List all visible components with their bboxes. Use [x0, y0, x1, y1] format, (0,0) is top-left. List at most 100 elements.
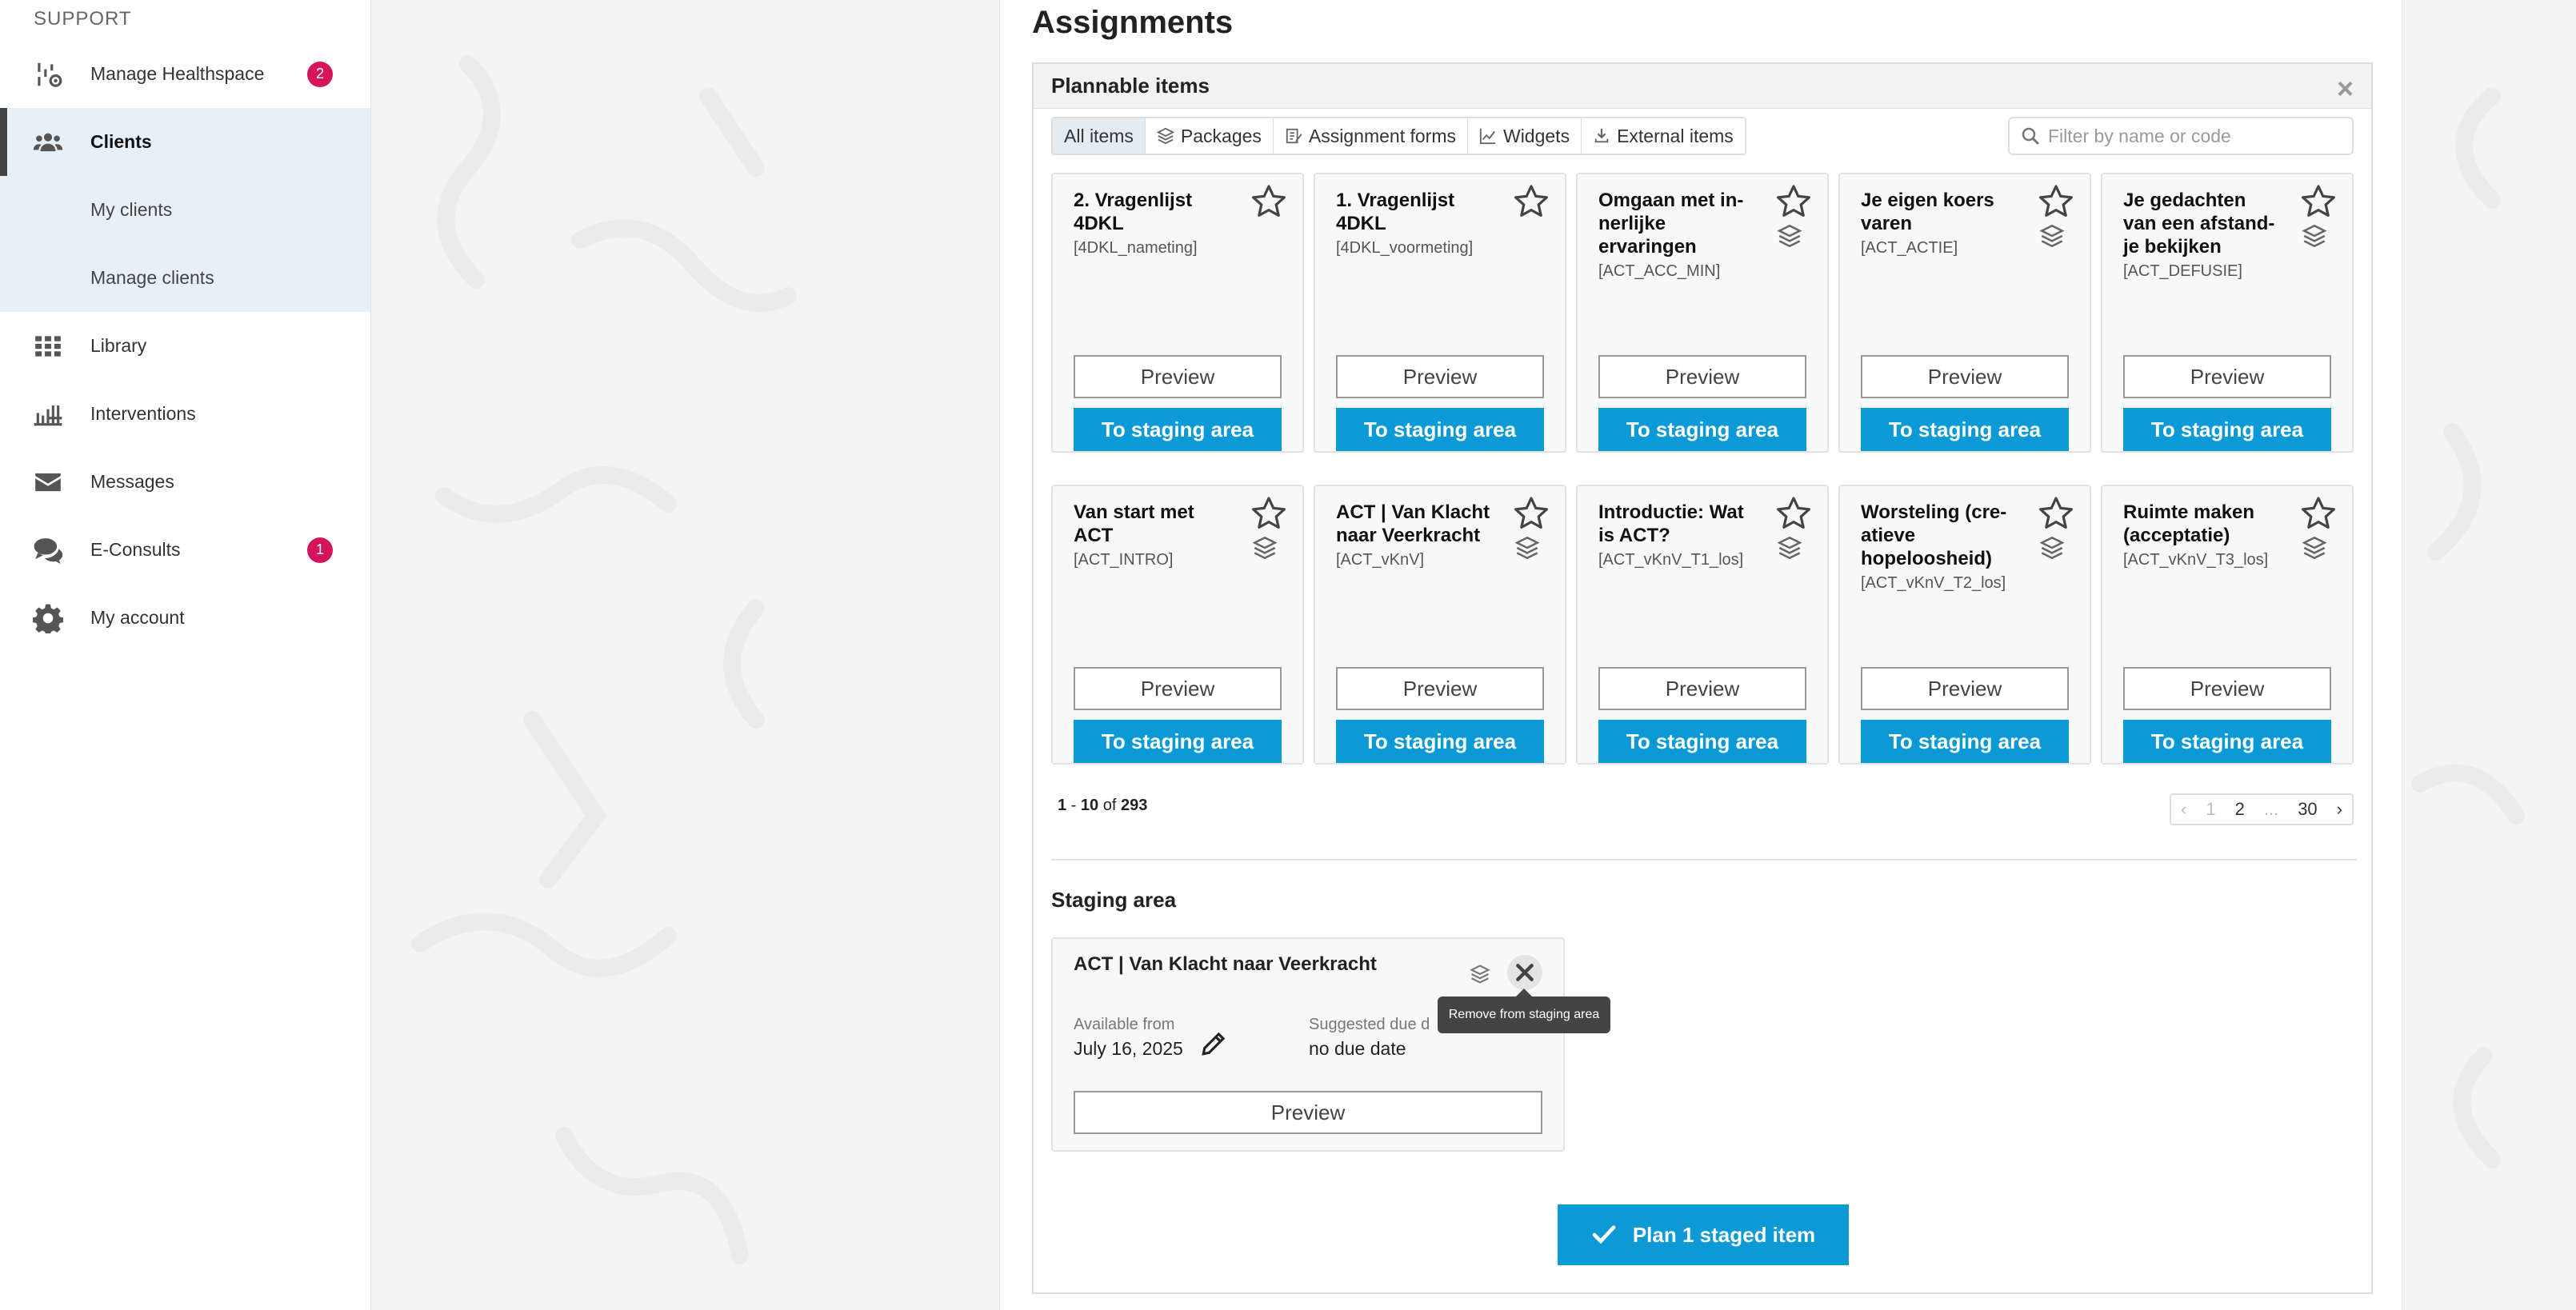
external-icon: [1594, 128, 1609, 143]
item-code: [ACT_vKnV_T3_los]: [2123, 551, 2269, 569]
search-input[interactable]: [2048, 125, 2336, 147]
next-page-button[interactable]: ›: [2327, 795, 2352, 824]
tab-label: External items: [1617, 125, 1734, 146]
close-icon: [1516, 964, 1534, 981]
tab-packages[interactable]: Packages: [1146, 118, 1274, 154]
star-icon[interactable]: [1512, 494, 1550, 533]
preview-button[interactable]: Preview: [2123, 355, 2331, 398]
to-staging-area-button[interactable]: To staging area: [1598, 408, 1806, 451]
sidebar-subitem-manage-clients[interactable]: Manage clients: [0, 244, 370, 312]
item-title: 1. Vragenlijst 4DKL [4DKL_voormeting]: [1336, 189, 1496, 260]
to-staging-area-button[interactable]: To staging area: [1336, 408, 1544, 451]
staged-item-name: ACT | Van Klacht naar Veerkracht: [1074, 953, 1377, 975]
item-title: ACT | Van Klacht naar Veerkracht [ACT_vK…: [1336, 501, 1496, 572]
preview-button[interactable]: Preview: [1598, 355, 1806, 398]
sidebar-item-e-consults[interactable]: E-Consults 1: [0, 516, 370, 584]
tab-all-items[interactable]: All items: [1053, 118, 1146, 154]
item-card: ACT | Van Klacht naar Veerkracht [ACT_vK…: [1314, 485, 1566, 765]
prev-page-button[interactable]: ‹: [2171, 795, 2196, 824]
sidebar-item-my-account[interactable]: My account: [0, 584, 370, 652]
sidebar-item-messages[interactable]: Messages: [0, 448, 370, 516]
stack-icon: [1156, 127, 1174, 145]
sidebar-subitem-my-clients[interactable]: My clients: [0, 176, 370, 244]
page-ellipsis: ...: [2263, 799, 2279, 819]
main-panel: Assignments Plannable items × All items …: [999, 0, 2402, 1310]
item-card: Je eigen koers varen [ACT_ACTIE] Preview…: [1838, 173, 2091, 453]
star-icon[interactable]: [1512, 182, 1550, 221]
tab-label: All items: [1064, 125, 1134, 146]
interventions-icon: [32, 398, 64, 430]
suggested-due-label: Suggested due d: [1309, 1016, 1430, 1033]
item-code: [ACT_vKnV_T1_los]: [1598, 551, 1744, 569]
star-icon[interactable]: [1250, 182, 1288, 221]
page-button[interactable]: 30: [2288, 795, 2326, 824]
star-icon[interactable]: [2037, 494, 2075, 533]
to-staging-area-button[interactable]: To staging area: [2123, 408, 2331, 451]
chat-icon: [32, 534, 64, 566]
to-staging-area-button[interactable]: To staging area: [1598, 720, 1806, 763]
item-code: [ACT_ACTIE]: [1861, 239, 1958, 257]
to-staging-area-button[interactable]: To staging area: [1861, 720, 2069, 763]
suggested-due-value: no due date: [1309, 1038, 1406, 1059]
to-staging-area-button[interactable]: To staging area: [1074, 720, 1282, 763]
sidebar-item-library[interactable]: Library: [0, 312, 370, 380]
preview-button[interactable]: Preview: [1074, 1091, 1542, 1134]
range-total: 293: [1120, 797, 1148, 814]
sidebar-item-label: E-Consults: [90, 539, 181, 560]
tab-assignment-forms[interactable]: Assignment forms: [1274, 118, 1468, 154]
star-icon[interactable]: [2037, 182, 2075, 221]
sidebar-item-clients[interactable]: Clients: [0, 108, 370, 176]
preview-button[interactable]: Preview: [1074, 355, 1282, 398]
star-icon[interactable]: [1250, 494, 1288, 533]
stack-icon: [2039, 536, 2065, 560]
sidebar-item-interventions[interactable]: Interventions: [0, 380, 370, 448]
preview-button[interactable]: Preview: [1074, 667, 1282, 710]
plan-staged-items-button[interactable]: Plan 1 staged item: [1558, 1204, 1849, 1265]
search-field: [2008, 117, 2354, 155]
close-icon[interactable]: ×: [2337, 72, 2354, 106]
star-icon[interactable]: [2299, 494, 2338, 533]
preview-button[interactable]: Preview: [2123, 667, 2331, 710]
range-end: 10: [1080, 797, 1099, 814]
preview-button[interactable]: Preview: [1336, 355, 1544, 398]
tab-label: Packages: [1180, 125, 1262, 146]
item-title-text: Worsteling (cre­atieve hopeloosheid): [1861, 501, 2007, 569]
preview-button[interactable]: Preview: [1598, 667, 1806, 710]
star-icon[interactable]: [2299, 182, 2338, 221]
to-staging-area-button[interactable]: To staging area: [1336, 720, 1544, 763]
to-staging-area-button[interactable]: To staging area: [2123, 720, 2331, 763]
item-title-text: ACT | Van Klacht naar Veerkracht: [1336, 501, 1490, 546]
page-button[interactable]: 1: [2196, 795, 2225, 824]
to-staging-area-button[interactable]: To staging area: [1074, 408, 1282, 451]
remove-from-staging-button[interactable]: [1507, 955, 1542, 990]
pencil-icon[interactable]: [1200, 1030, 1227, 1057]
item-card: Van start met ACT [ACT_INTRO] Preview To…: [1051, 485, 1304, 765]
sidebar-item-manage-healthspace[interactable]: Manage Healthspace 2: [0, 40, 370, 108]
item-title-text: Van start met ACT: [1074, 501, 1194, 546]
item-title: Van start met ACT [ACT_INTRO]: [1074, 501, 1234, 572]
star-icon[interactable]: [1774, 494, 1813, 533]
tab-external-items[interactable]: External items: [1582, 118, 1745, 154]
page-title: Assignments: [1032, 5, 1234, 40]
item-card: 2. Vragenlijst 4DKL [4DKL_nameting] Prev…: [1051, 173, 1304, 453]
available-from-value: July 16, 2025: [1074, 1038, 1183, 1059]
staging-area-title: Staging area: [1051, 888, 1177, 912]
tab-widgets[interactable]: Widgets: [1468, 118, 1582, 154]
to-staging-area-button[interactable]: To staging area: [1861, 408, 2069, 451]
stack-icon: [1252, 536, 1278, 560]
filter-tabs: All items Packages Assignment forms Widg…: [1051, 117, 1746, 155]
plannable-items-panel: Plannable items × All items Packages Ass…: [1032, 62, 2373, 1294]
sidebar-item-label: Interventions: [90, 403, 196, 424]
preview-button[interactable]: Preview: [1336, 667, 1544, 710]
item-card: Worsteling (cre­atieve hopeloosheid) [AC…: [1838, 485, 2091, 765]
star-icon[interactable]: [1774, 182, 1813, 221]
item-code: [ACT_vKnV]: [1336, 551, 1425, 569]
page-button[interactable]: 2: [2226, 795, 2254, 824]
sidebar-section-label: SUPPORT: [34, 8, 132, 30]
item-title: 2. Vragenlijst 4DKL [4DKL_nameting]: [1074, 189, 1234, 260]
item-card: Omgaan met in­nerlijke ervaringen [ACT_A…: [1576, 173, 1829, 453]
preview-button[interactable]: Preview: [1861, 667, 2069, 710]
preview-button[interactable]: Preview: [1861, 355, 2069, 398]
item-title-text: Je eigen koers varen: [1861, 190, 1994, 234]
users-icon: [32, 126, 64, 158]
